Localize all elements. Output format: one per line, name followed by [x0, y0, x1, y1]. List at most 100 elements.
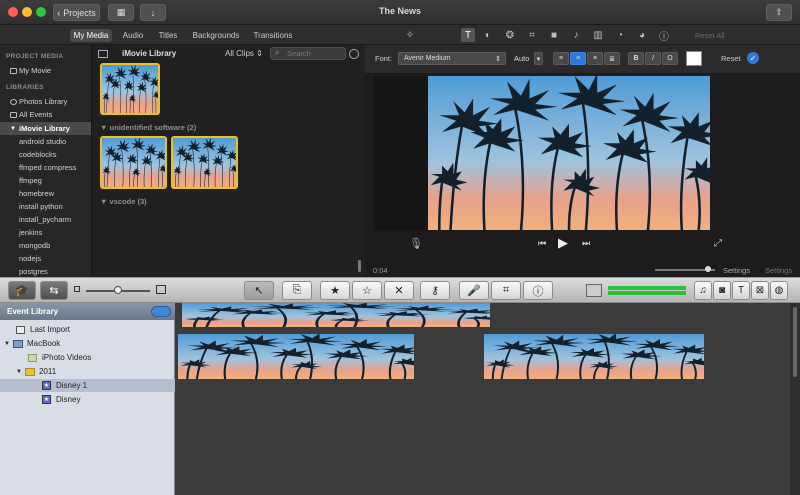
- crop-icon[interactable]: ⌗: [525, 28, 539, 42]
- keyword-button[interactable]: ⚷: [420, 281, 450, 300]
- settings-gear-icon[interactable]: [349, 49, 359, 59]
- media-toggle-button[interactable]: ▦: [108, 4, 134, 21]
- reset-all-button[interactable]: Reset All: [695, 31, 725, 40]
- skip-forward-icon[interactable]: ⏭: [582, 238, 590, 249]
- sidebar-event-item[interactable]: postgres: [0, 265, 91, 277]
- play-icon[interactable]: ▶: [558, 235, 568, 251]
- photo-browser-button[interactable]: ◙: [713, 281, 731, 300]
- tab-transitions[interactable]: Transitions: [248, 29, 298, 42]
- share-button[interactable]: ⇪: [766, 4, 792, 21]
- zoom-slider-knob[interactable]: [705, 266, 711, 272]
- sidebar-event-item[interactable]: install_pycharm: [0, 213, 91, 226]
- event-row[interactable]: ▼ MacBook: [0, 337, 175, 350]
- sidebar-event-item[interactable]: ffmpeg: [0, 174, 91, 187]
- libraries-header: LIBRARIES: [6, 84, 44, 91]
- noise-reduction-icon[interactable]: ▥: [591, 28, 605, 42]
- reject-button[interactable]: ✕: [384, 281, 414, 300]
- clip-thumbnail[interactable]: [100, 63, 160, 115]
- event-row[interactable]: iPhoto Videos: [0, 351, 175, 364]
- fullscreen-icon[interactable]: ⤢: [714, 238, 722, 249]
- settings-button[interactable]: Settings: [723, 266, 750, 275]
- crop-button[interactable]: ⌗: [491, 281, 521, 300]
- tab-titles[interactable]: Titles: [152, 29, 184, 42]
- font-select[interactable]: Avenir Medium ⇕: [398, 52, 506, 65]
- select-tool-button[interactable]: ↖: [244, 281, 274, 300]
- event-row[interactable]: Last Import: [0, 323, 175, 336]
- clip-filmstrip[interactable]: [484, 334, 704, 379]
- sidebar-event-item[interactable]: android studio: [0, 135, 91, 148]
- projects-button[interactable]: ‹ Projects: [53, 4, 100, 21]
- text-color-swatch[interactable]: [686, 51, 702, 66]
- sidebar-event-item[interactable]: jenkins: [0, 226, 91, 239]
- view-toggle-icon[interactable]: [151, 306, 171, 317]
- checkmark-icon[interactable]: ✓: [747, 52, 759, 64]
- sidebar-item-imovie-library[interactable]: ▼ iMovie Library: [0, 122, 91, 135]
- justify-button[interactable]: ≣: [604, 52, 620, 65]
- event-row[interactable]: ★ Disney: [0, 393, 175, 406]
- stabilization-icon[interactable]: ■: [547, 28, 561, 42]
- skip-back-icon[interactable]: ⏮: [538, 238, 546, 249]
- title-browser-button[interactable]: T: [732, 281, 750, 300]
- transition-browser-button[interactable]: ⊠: [751, 281, 769, 300]
- font-size-select[interactable]: Auto: [514, 54, 529, 63]
- sidebar-event-item[interactable]: codeblocks: [0, 148, 91, 161]
- align-center-button[interactable]: ≡: [570, 52, 586, 65]
- sidebar-event-item[interactable]: ffmped compress: [0, 161, 91, 174]
- tab-my-media[interactable]: My Media: [70, 29, 112, 42]
- sidebar-event-item[interactable]: mongodb: [0, 239, 91, 252]
- speed-icon[interactable]: ◔: [613, 28, 627, 42]
- camera-import-button[interactable]: 🎓: [8, 281, 36, 300]
- music-browser-button[interactable]: ♫: [694, 281, 712, 300]
- unmark-button[interactable]: ☆: [352, 281, 382, 300]
- browser-scrollbar[interactable]: [358, 260, 361, 272]
- close-window-button[interactable]: [8, 7, 18, 17]
- sidebar-event-item[interactable]: install python: [0, 200, 91, 213]
- sidebar-item-all-events[interactable]: All Events: [0, 108, 91, 121]
- event-row[interactable]: ★ Disney 1: [0, 379, 175, 392]
- outline-button[interactable]: O: [662, 52, 678, 65]
- italic-button[interactable]: I: [645, 52, 661, 65]
- volume-icon[interactable]: ♪: [569, 28, 583, 42]
- event-row[interactable]: ▼ 2011: [0, 365, 175, 378]
- search-input[interactable]: ⌕ Search: [270, 47, 346, 60]
- map-browser-button[interactable]: ◍: [770, 281, 788, 300]
- voiceover-button[interactable]: 🎤: [459, 281, 489, 300]
- clip-filter-select[interactable]: All Clips ⇕: [225, 49, 263, 58]
- size-stepper[interactable]: ▾: [534, 52, 543, 65]
- clip-filmstrip[interactable]: [178, 334, 414, 379]
- color-balance-icon[interactable]: ◐: [481, 28, 495, 42]
- clip-filmstrip[interactable]: [182, 303, 490, 327]
- sidebar-item-photos-library[interactable]: Photos Library: [0, 95, 91, 108]
- magic-wand-icon[interactable]: ✧: [403, 28, 417, 42]
- align-left-button[interactable]: ≡: [553, 52, 569, 65]
- sidebar-toggle-icon[interactable]: [98, 50, 108, 58]
- favorite-button[interactable]: ★: [320, 281, 350, 300]
- bold-button[interactable]: B: [628, 52, 644, 65]
- align-right-button[interactable]: ≡: [587, 52, 603, 65]
- sidebar-item-my-movie[interactable]: My Movie: [0, 64, 91, 77]
- tab-audio[interactable]: Audio: [118, 29, 148, 42]
- slider-knob[interactable]: [114, 286, 122, 294]
- film-icon: [10, 67, 17, 74]
- tab-backgrounds[interactable]: Backgrounds: [188, 29, 244, 42]
- clip-filter-icon[interactable]: ◕: [635, 28, 649, 42]
- import-button[interactable]: ↓: [140, 4, 166, 21]
- info-icon[interactable]: ⓘ: [657, 28, 671, 43]
- timeline-scrollbar[interactable]: [790, 303, 800, 495]
- minimize-window-button[interactable]: [22, 7, 32, 17]
- color-correction-icon[interactable]: ❂: [503, 28, 517, 42]
- add-to-project-button[interactable]: ⎘: [282, 281, 312, 300]
- clip-thumbnail[interactable]: [100, 136, 167, 189]
- sidebar-event-item[interactable]: homebrew: [0, 187, 91, 200]
- scroll-thumb[interactable]: [793, 307, 797, 377]
- swap-events-button[interactable]: ⇆: [40, 281, 68, 300]
- inspector-button[interactable]: ⓘ: [523, 281, 553, 300]
- audio-skimming-icon[interactable]: [586, 284, 602, 297]
- zoom-window-button[interactable]: [36, 7, 46, 17]
- reset-button[interactable]: Reset: [721, 54, 741, 63]
- clip-thumbnail[interactable]: [171, 136, 238, 189]
- sidebar-event-item[interactable]: nodejs: [0, 252, 91, 265]
- titles-icon[interactable]: T: [461, 28, 475, 42]
- microphone-icon[interactable]: 🎙: [409, 237, 423, 250]
- chevron-left-icon: ‹: [57, 7, 61, 18]
